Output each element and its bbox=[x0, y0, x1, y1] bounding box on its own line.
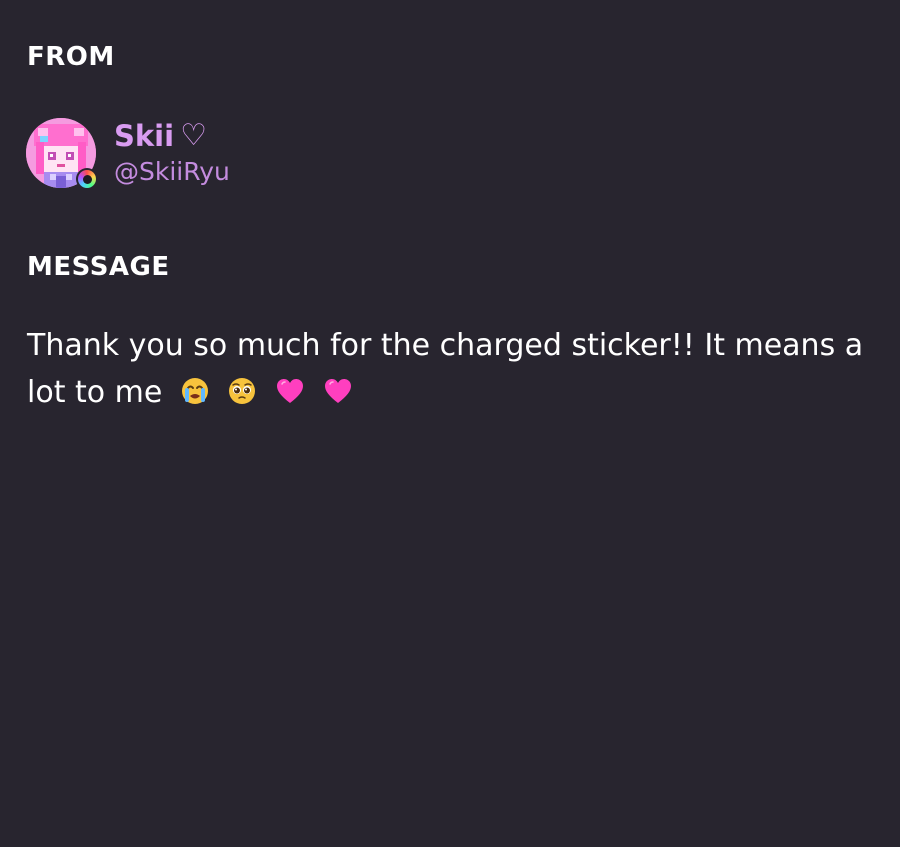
message-body: Thank you so much for the charged sticke… bbox=[27, 322, 867, 420]
from-heading: FROM bbox=[27, 42, 115, 72]
message-text: Thank you so much for the charged sticke… bbox=[27, 328, 864, 410]
crying-face-icon bbox=[180, 373, 210, 420]
sender-handle[interactable]: @SkiiRyu bbox=[114, 158, 230, 186]
heart-outline-icon: ♡ bbox=[180, 118, 207, 153]
sender-display-name[interactable]: Skii bbox=[114, 120, 174, 152]
badge-core bbox=[82, 174, 92, 184]
pleading-face-icon bbox=[227, 373, 257, 420]
badge-ring bbox=[78, 170, 96, 188]
pink-heart-icon bbox=[323, 373, 353, 420]
sender-profile[interactable]: Skii ♡ @SkiiRyu bbox=[26, 118, 230, 190]
sender-text: Skii ♡ @SkiiRyu bbox=[114, 120, 230, 186]
message-heading: MESSAGE bbox=[27, 252, 170, 282]
sender-name-row[interactable]: Skii ♡ bbox=[114, 118, 230, 153]
avatar-container[interactable] bbox=[26, 118, 98, 190]
pink-heart-icon bbox=[275, 373, 305, 420]
rainbow-badge-icon bbox=[76, 168, 98, 190]
sticker-message-page: FROM Skii ♡ @SkiiRyu MESSAGE Thank you s… bbox=[0, 0, 900, 847]
